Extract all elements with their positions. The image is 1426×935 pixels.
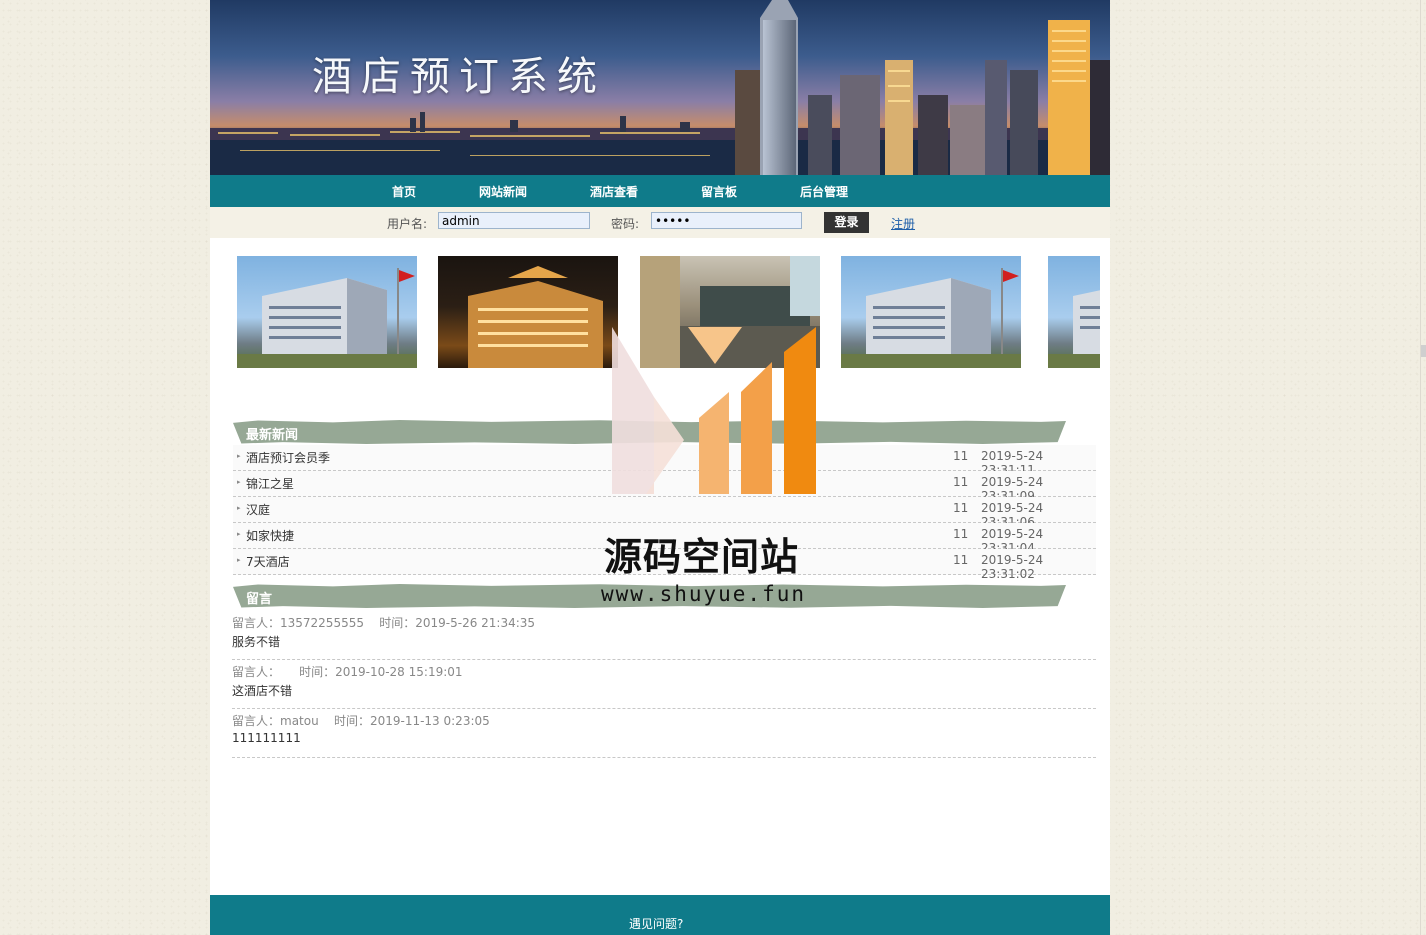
message-meta: 留言人：13572255555 时间：2019-5-26 21:34:35 [232, 616, 536, 630]
news-count: 11 [953, 527, 969, 541]
register-link[interactable]: 注册 [891, 215, 915, 232]
bullet-icon: ▸ [237, 478, 241, 486]
news-count: 11 [953, 501, 969, 515]
message-body: 服务不错 [232, 635, 281, 649]
main-nav: 首页 网站新闻 酒店查看 留言板 后台管理 [210, 175, 1110, 208]
news-count: 11 [953, 553, 969, 567]
message-body: 111111111 [232, 731, 301, 745]
page-edge-line [1420, 0, 1421, 935]
message-item: 留言人： 时间：2019-10-28 15:19:01 这酒店不错 [232, 661, 1096, 709]
username-input[interactable] [438, 212, 590, 229]
news-heading: 最新新闻 [246, 428, 299, 443]
nav-item-hotels[interactable]: 酒店查看 [590, 183, 638, 200]
news-title[interactable]: 酒店预订会员季 [246, 449, 330, 466]
header-banner: 酒店预订系统 [210, 0, 1110, 175]
news-time: 2019-5-24 23:31:02 [981, 553, 1044, 581]
hotel-photo[interactable] [237, 256, 417, 368]
footer-help-link[interactable]: 遇见问题? [629, 915, 683, 932]
bullet-icon: ▸ [237, 556, 241, 564]
username-label: 用户名: [387, 217, 428, 231]
message-meta: 留言人： 时间：2019-10-28 15:19:01 [232, 665, 463, 679]
password-label: 密码: [611, 217, 640, 231]
bullet-icon: ▸ [237, 452, 241, 460]
message-body: 这酒店不错 [232, 684, 293, 698]
login-button[interactable]: 登录 [824, 212, 869, 233]
messages-heading: 留言 [246, 592, 273, 607]
login-bar: 用户名: 密码: 登录 注册 [210, 207, 1110, 238]
nav-item-home[interactable]: 首页 [392, 183, 416, 200]
scrollbar-thumb[interactable] [1421, 345, 1426, 357]
nav-item-guestbook[interactable]: 留言板 [701, 183, 737, 200]
site-title: 酒店预订系统 [312, 54, 606, 100]
hotel-photo[interactable] [841, 256, 1021, 368]
footer-bar: 遇见问题? [210, 895, 1110, 935]
bullet-icon: ▸ [237, 530, 241, 538]
password-input[interactable] [651, 212, 802, 229]
watermark-name: 源码空间站 [604, 535, 800, 579]
news-count: 11 [953, 449, 969, 463]
news-title[interactable]: 如家快捷 [246, 527, 294, 544]
news-title[interactable]: 7天酒店 [246, 553, 290, 570]
nav-item-news[interactable]: 网站新闻 [479, 183, 527, 200]
news-title[interactable]: 汉庭 [246, 501, 270, 518]
hotel-photo[interactable] [438, 256, 618, 368]
news-title[interactable]: 锦江之星 [246, 475, 294, 492]
hotel-photo[interactable] [1048, 256, 1100, 368]
bullet-icon: ▸ [237, 504, 241, 512]
nav-item-admin[interactable]: 后台管理 [800, 183, 848, 200]
message-meta: 留言人：matou 时间：2019-11-13 0:23:05 [232, 714, 490, 728]
watermark-url: www.shuyue.fun [601, 582, 807, 606]
message-item: 留言人：13572255555 时间：2019-5-26 21:34:35 服务… [232, 612, 1096, 660]
message-list: 留言人：13572255555 时间：2019-5-26 21:34:35 服务… [232, 612, 1096, 759]
message-item: 留言人：matou 时间：2019-11-13 0:23:05 11111111… [232, 710, 1096, 758]
news-count: 11 [953, 475, 969, 489]
